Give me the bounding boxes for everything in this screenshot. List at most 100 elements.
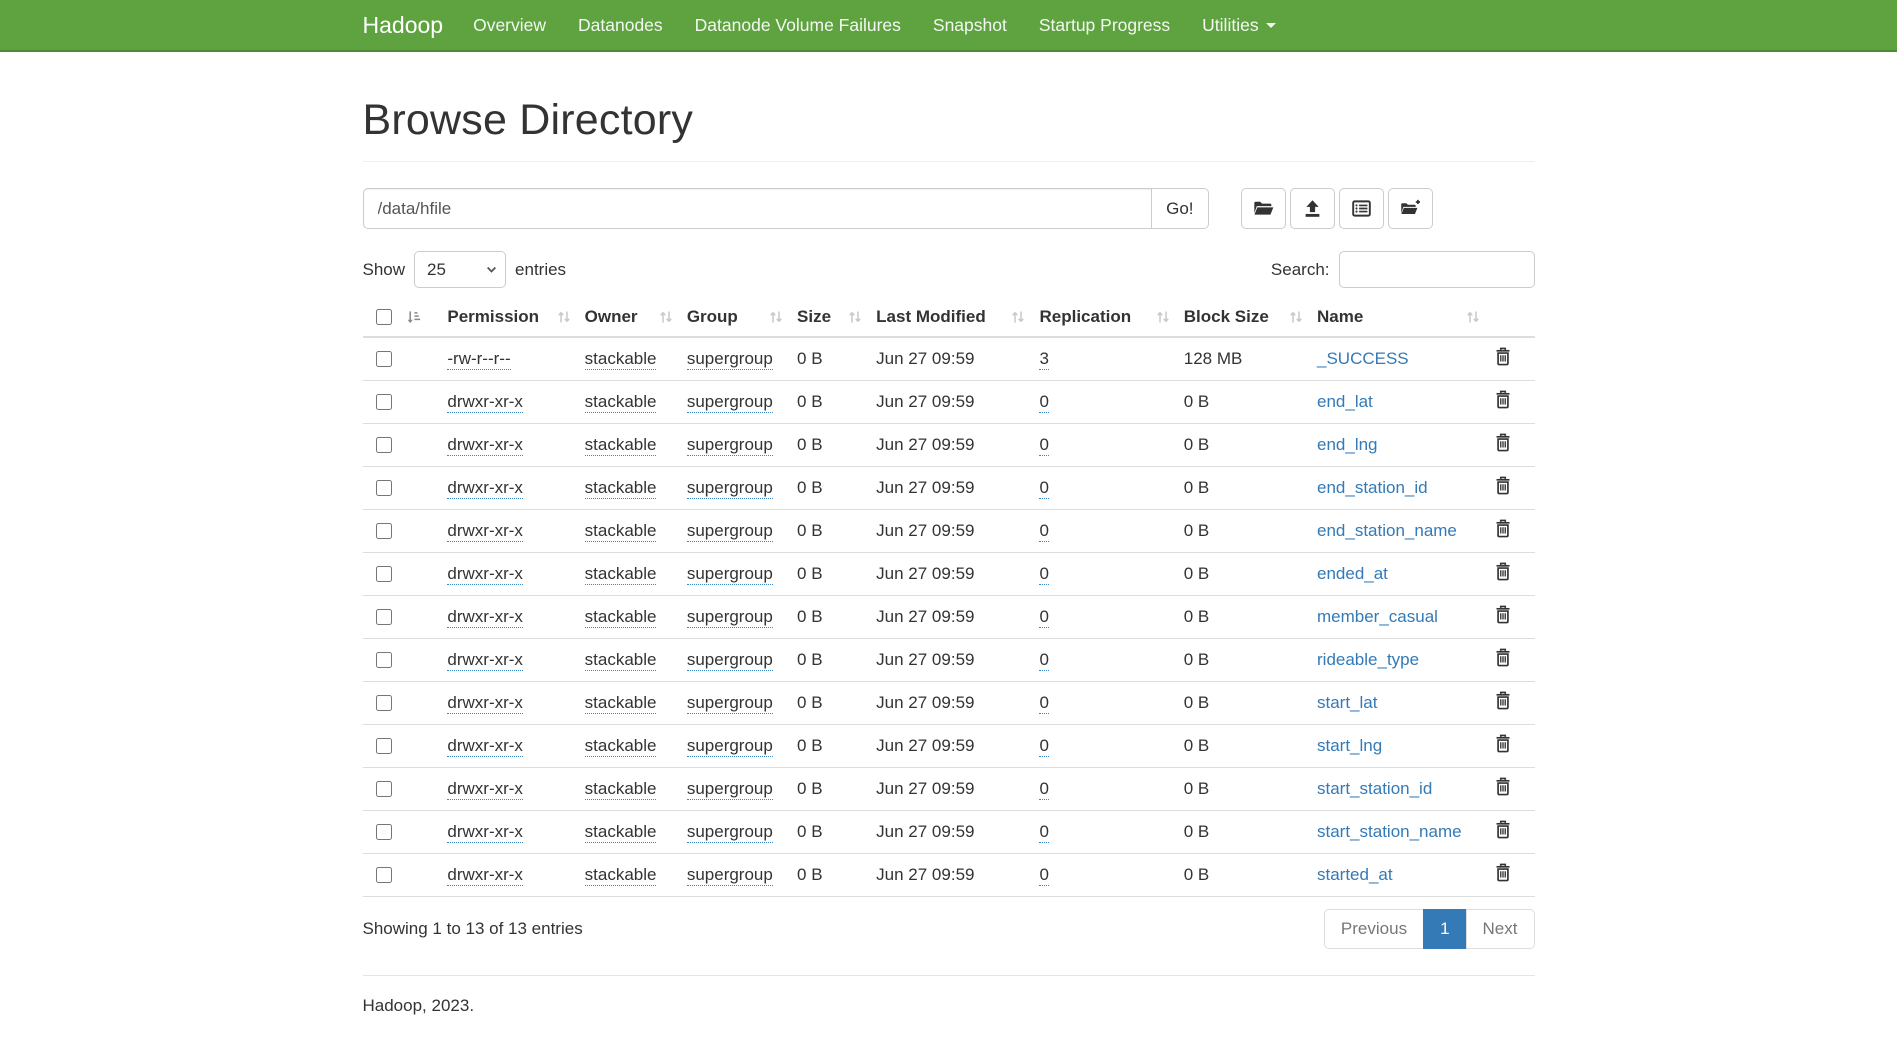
- replication-value[interactable]: 0: [1039, 865, 1048, 886]
- permission-value[interactable]: drwxr-xr-x: [447, 693, 523, 714]
- row-checkbox[interactable]: [376, 738, 392, 754]
- replication-value[interactable]: 0: [1039, 693, 1048, 714]
- replication-value[interactable]: 0: [1039, 822, 1048, 843]
- replication-value[interactable]: 0: [1039, 650, 1048, 671]
- owner-value[interactable]: stackable: [585, 650, 657, 671]
- new-folder-button[interactable]: [1388, 188, 1433, 229]
- owner-value[interactable]: stackable: [585, 435, 657, 456]
- group-value[interactable]: supergroup: [687, 779, 773, 800]
- delete-button[interactable]: [1494, 734, 1512, 756]
- row-checkbox[interactable]: [376, 695, 392, 711]
- owner-value[interactable]: stackable: [585, 349, 657, 370]
- file-name-link[interactable]: _SUCCESS: [1317, 349, 1409, 368]
- permission-value[interactable]: drwxr-xr-x: [447, 392, 523, 413]
- column-header-last-modified[interactable]: Last Modified: [876, 298, 1039, 337]
- replication-value[interactable]: 0: [1039, 435, 1048, 456]
- file-name-link[interactable]: rideable_type: [1317, 650, 1419, 669]
- permission-value[interactable]: drwxr-xr-x: [447, 736, 523, 757]
- row-checkbox[interactable]: [376, 652, 392, 668]
- replication-value[interactable]: 0: [1039, 779, 1048, 800]
- owner-value[interactable]: stackable: [585, 478, 657, 499]
- directory-path-input[interactable]: [363, 188, 1153, 229]
- owner-value[interactable]: stackable: [585, 564, 657, 585]
- group-value[interactable]: supergroup: [687, 736, 773, 757]
- row-checkbox[interactable]: [376, 480, 392, 496]
- delete-button[interactable]: [1494, 347, 1512, 369]
- permission-value[interactable]: drwxr-xr-x: [447, 521, 523, 542]
- delete-button[interactable]: [1494, 777, 1512, 799]
- row-checkbox[interactable]: [376, 824, 392, 840]
- file-name-link[interactable]: ended_at: [1317, 564, 1388, 583]
- page-size-select[interactable]: 25: [414, 251, 506, 288]
- brand-hadoop[interactable]: Hadoop: [363, 12, 444, 39]
- row-checkbox[interactable]: [376, 394, 392, 410]
- permission-value[interactable]: drwxr-xr-x: [447, 607, 523, 628]
- owner-value[interactable]: stackable: [585, 736, 657, 757]
- file-name-link[interactable]: member_casual: [1317, 607, 1438, 626]
- select-all-checkbox[interactable]: [376, 309, 392, 325]
- pagination-previous[interactable]: Previous: [1324, 909, 1424, 949]
- group-value[interactable]: supergroup: [687, 349, 773, 370]
- permission-value[interactable]: -rw-r--r--: [447, 349, 510, 370]
- row-checkbox[interactable]: [376, 351, 392, 367]
- column-header-name[interactable]: Name: [1317, 298, 1494, 337]
- file-name-link[interactable]: end_station_name: [1317, 521, 1457, 540]
- nav-utilities-dropdown[interactable]: Utilities: [1186, 0, 1291, 50]
- pagination-page-1[interactable]: 1: [1423, 909, 1466, 949]
- row-checkbox[interactable]: [376, 523, 392, 539]
- nav-startup-progress[interactable]: Startup Progress: [1023, 0, 1186, 50]
- nav-snapshot[interactable]: Snapshot: [917, 0, 1023, 50]
- folder-open-button[interactable]: [1241, 188, 1286, 229]
- delete-button[interactable]: [1494, 476, 1512, 498]
- file-name-link[interactable]: started_at: [1317, 865, 1393, 884]
- delete-button[interactable]: [1494, 605, 1512, 627]
- file-name-link[interactable]: start_station_id: [1317, 779, 1432, 798]
- nav-datanode-volume-failures[interactable]: Datanode Volume Failures: [679, 0, 917, 50]
- group-value[interactable]: supergroup: [687, 693, 773, 714]
- column-header-size[interactable]: Size: [797, 298, 876, 337]
- go-button[interactable]: Go!: [1151, 188, 1208, 229]
- file-name-link[interactable]: start_lng: [1317, 736, 1382, 755]
- group-value[interactable]: supergroup: [687, 607, 773, 628]
- column-header-replication[interactable]: Replication: [1039, 298, 1183, 337]
- file-name-link[interactable]: end_lng: [1317, 435, 1378, 454]
- delete-button[interactable]: [1494, 562, 1512, 584]
- permission-value[interactable]: drwxr-xr-x: [447, 564, 523, 585]
- delete-button[interactable]: [1494, 863, 1512, 885]
- list-alt-button[interactable]: [1339, 188, 1384, 229]
- permission-value[interactable]: drwxr-xr-x: [447, 779, 523, 800]
- nav-datanodes[interactable]: Datanodes: [562, 0, 679, 50]
- group-value[interactable]: supergroup: [687, 521, 773, 542]
- nav-overview[interactable]: Overview: [457, 0, 562, 50]
- owner-value[interactable]: stackable: [585, 822, 657, 843]
- permission-value[interactable]: drwxr-xr-x: [447, 865, 523, 886]
- pagination-next[interactable]: Next: [1466, 909, 1535, 949]
- group-value[interactable]: supergroup: [687, 822, 773, 843]
- column-header-permission[interactable]: Permission: [447, 298, 584, 337]
- column-header-block-size[interactable]: Block Size: [1184, 298, 1317, 337]
- column-header-owner[interactable]: Owner: [585, 298, 687, 337]
- delete-button[interactable]: [1494, 433, 1512, 455]
- permission-value[interactable]: drwxr-xr-x: [447, 478, 523, 499]
- file-name-link[interactable]: end_station_id: [1317, 478, 1428, 497]
- owner-value[interactable]: stackable: [585, 779, 657, 800]
- group-value[interactable]: supergroup: [687, 435, 773, 456]
- row-checkbox[interactable]: [376, 781, 392, 797]
- replication-value[interactable]: 0: [1039, 392, 1048, 413]
- owner-value[interactable]: stackable: [585, 865, 657, 886]
- delete-button[interactable]: [1494, 648, 1512, 670]
- owner-value[interactable]: stackable: [585, 693, 657, 714]
- group-value[interactable]: supergroup: [687, 564, 773, 585]
- owner-value[interactable]: stackable: [585, 607, 657, 628]
- delete-button[interactable]: [1494, 691, 1512, 713]
- file-name-link[interactable]: start_lat: [1317, 693, 1377, 712]
- row-checkbox[interactable]: [376, 867, 392, 883]
- select-all-header[interactable]: [363, 298, 448, 337]
- replication-value[interactable]: 0: [1039, 564, 1048, 585]
- upload-button[interactable]: [1290, 188, 1335, 229]
- owner-value[interactable]: stackable: [585, 392, 657, 413]
- permission-value[interactable]: drwxr-xr-x: [447, 435, 523, 456]
- search-input[interactable]: [1339, 251, 1535, 288]
- delete-button[interactable]: [1494, 390, 1512, 412]
- row-checkbox[interactable]: [376, 566, 392, 582]
